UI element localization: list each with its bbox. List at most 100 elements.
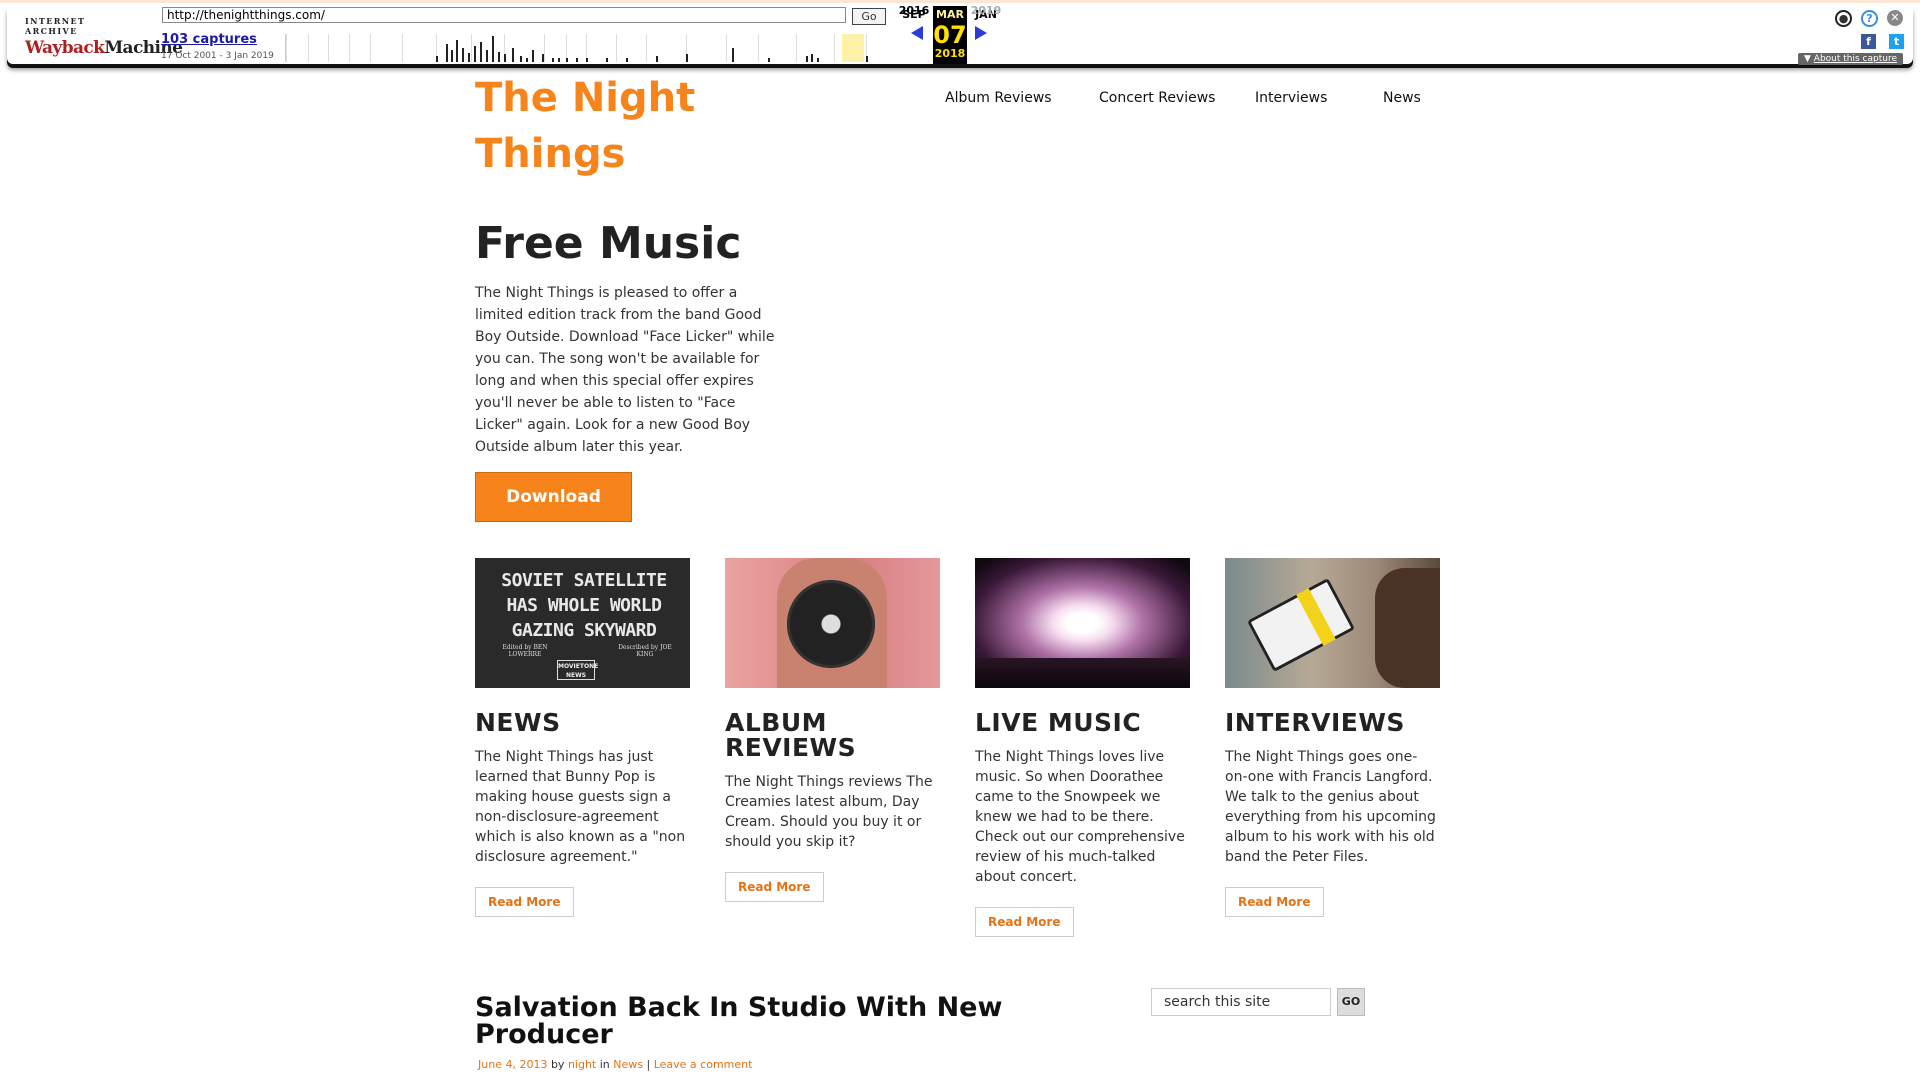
facebook-icon[interactable]: f — [1861, 34, 1876, 49]
sparkline-capture-bar — [498, 52, 500, 62]
news-read-more-button[interactable]: Read More — [475, 887, 574, 917]
calendar-current-month: MAR — [936, 8, 964, 21]
post-date[interactable]: June 4, 2013 — [478, 1058, 547, 1071]
latest-post: Salvation Back In Studio With New Produc… — [475, 994, 1035, 1071]
post-comments-link[interactable]: Leave a comment — [654, 1058, 753, 1071]
sparkline-capture-bar — [866, 56, 868, 62]
calendar-current-year: 2018 — [934, 47, 966, 60]
post-meta: June 4, 2013 by night in News | Leave a … — [475, 1058, 1035, 1071]
sparkline-capture-bar — [520, 56, 522, 62]
album-read-more-button[interactable]: Read More — [725, 872, 824, 902]
calendar-next[interactable]: JAN 2019 — [969, 4, 1003, 21]
sparkline-year-divider — [402, 34, 403, 62]
crowd-silhouette — [975, 658, 1190, 688]
nav-concert-reviews[interactable]: Concert Reviews — [1099, 90, 1215, 106]
sparkline-year-divider — [328, 34, 329, 62]
mic-stripe — [1296, 588, 1336, 646]
prev-capture-arrow-icon[interactable] — [911, 26, 923, 40]
album-thumbnail[interactable] — [725, 558, 940, 688]
sparkline-capture-bar — [656, 56, 658, 62]
sparkline-year-divider — [349, 34, 350, 62]
sparkline-capture-bar — [768, 58, 770, 62]
sparkline-year-divider — [758, 34, 759, 62]
calendar-current: MAR 07 2018 — [933, 6, 967, 64]
vinyl-record-icon — [787, 580, 875, 668]
card-news-title: NEWS — [475, 708, 561, 737]
sparkline-capture-bar — [451, 50, 453, 62]
sparkline-capture-bar — [468, 53, 470, 62]
sparkline-capture-bar — [606, 58, 608, 62]
wayback-logo[interactable]: INTERNET ARCHIVE WaybackMachine — [25, 16, 183, 58]
next-capture-arrow-icon[interactable] — [975, 26, 987, 40]
wayback-toolbar: INTERNET ARCHIVE WaybackMachine Go 103 c… — [0, 0, 1920, 69]
card-news: SOVIET SATELLITE HAS WHOLE WORLD GAZING … — [475, 558, 690, 917]
live-read-more-button[interactable]: Read More — [975, 907, 1074, 937]
wayback-logo-main: WaybackMachine — [25, 38, 183, 58]
news-thumbnail-edited: Edited by BEN LOWERRE — [502, 644, 548, 658]
wayback-top-icons: ● ? ✕ — [1825, 10, 1905, 30]
hero-title: Free Music — [475, 218, 742, 269]
card-news-text: The Night Things has just learned that B… — [475, 749, 686, 865]
sparkline-capture-bar — [456, 40, 458, 62]
calendar-prev[interactable]: SEP 2016 — [897, 4, 931, 21]
post-separator: | — [646, 1058, 651, 1071]
wayback-captures-link[interactable]: 103 captures — [161, 32, 257, 47]
sparkline-capture-bar — [552, 58, 554, 62]
sparkline-year-divider — [308, 34, 309, 62]
sparkline-capture-bar — [474, 46, 476, 62]
sparkline-year-divider — [834, 34, 835, 62]
about-capture-toggle[interactable]: ▼ About this capture — [1798, 53, 1903, 65]
microphone-icon — [1246, 577, 1356, 673]
news-thumbnail[interactable]: SOVIET SATELLITE HAS WHOLE WORLD GAZING … — [475, 558, 690, 688]
wayback-capture-sparkline[interactable] — [285, 34, 888, 62]
news-thumbnail-headline: SOVIET SATELLITE HAS WHOLE WORLD GAZING … — [501, 570, 667, 641]
news-thumbnail-described: Described by JOE KING — [618, 644, 672, 658]
card-interviews: INTERVIEWS The Night Things goes one-on-… — [1225, 558, 1440, 917]
sparkline-capture-bar — [817, 58, 819, 62]
sparkline-year-divider — [286, 34, 287, 62]
card-live-text: The Night Things loves live music. So wh… — [975, 749, 1185, 885]
close-icon[interactable]: ✕ — [1887, 10, 1903, 26]
search-go-button[interactable]: GO — [1337, 988, 1365, 1016]
sparkline-year-divider — [616, 34, 617, 62]
download-button[interactable]: Download — [475, 472, 632, 522]
post-author[interactable]: night — [568, 1058, 596, 1071]
post-title[interactable]: Salvation Back In Studio With New Produc… — [475, 994, 1035, 1048]
sparkline-capture-bar — [626, 58, 628, 62]
wayback-url-input[interactable] — [162, 7, 846, 23]
help-icon[interactable]: ? — [1861, 10, 1878, 27]
sparkline-current-year-highlight — [842, 34, 864, 62]
sparkline-capture-bar — [686, 54, 688, 62]
sparkline-capture-bar — [462, 48, 464, 62]
wayback-logo-top: INTERNET ARCHIVE — [25, 16, 86, 36]
nav-news[interactable]: News — [1383, 90, 1421, 106]
sparkline-capture-bar — [526, 58, 528, 62]
calendar-prev-year: 2016 — [898, 4, 930, 17]
sparkline-capture-bar — [480, 42, 482, 62]
twitter-icon[interactable]: t — [1889, 34, 1904, 49]
nav-album-reviews[interactable]: Album Reviews — [945, 90, 1052, 106]
interviews-read-more-button[interactable]: Read More — [1225, 887, 1324, 917]
card-album-title: ALBUM REVIEWS — [725, 708, 857, 762]
site-logo[interactable]: The Night Things — [475, 70, 735, 182]
sparkline-capture-bar — [512, 48, 514, 62]
card-live-title: LIVE MUSIC — [975, 708, 1142, 737]
sparkline-capture-bar — [732, 48, 734, 62]
main-nav: Album Reviews Concert Reviews Interviews… — [945, 90, 1445, 110]
sparkline-capture-bar — [532, 50, 534, 62]
wayback-calendar: SEP 2016 MAR 07 2018 JAN 2019 — [897, 4, 1007, 64]
interview-thumbnail[interactable] — [1225, 558, 1440, 688]
card-interviews-text: The Night Things goes one-on-one with Fr… — [1225, 749, 1436, 865]
sparkline-capture-bar — [436, 56, 438, 62]
sparkline-year-divider — [471, 34, 472, 62]
wayback-go-button[interactable]: Go — [852, 8, 886, 25]
calendar-current-day: 07 — [933, 21, 967, 49]
post-category[interactable]: News — [613, 1058, 643, 1071]
nav-interviews[interactable]: Interviews — [1255, 90, 1327, 106]
sparkline-capture-bar — [492, 36, 494, 62]
user-icon[interactable]: ● — [1835, 10, 1852, 27]
search-input[interactable] — [1151, 988, 1331, 1016]
hero-body: The Night Things is pleased to offer a l… — [475, 285, 775, 455]
concert-thumbnail[interactable] — [975, 558, 1190, 688]
wayback-date-range: 17 Oct 2001 - 3 Jan 2019 — [161, 51, 274, 61]
